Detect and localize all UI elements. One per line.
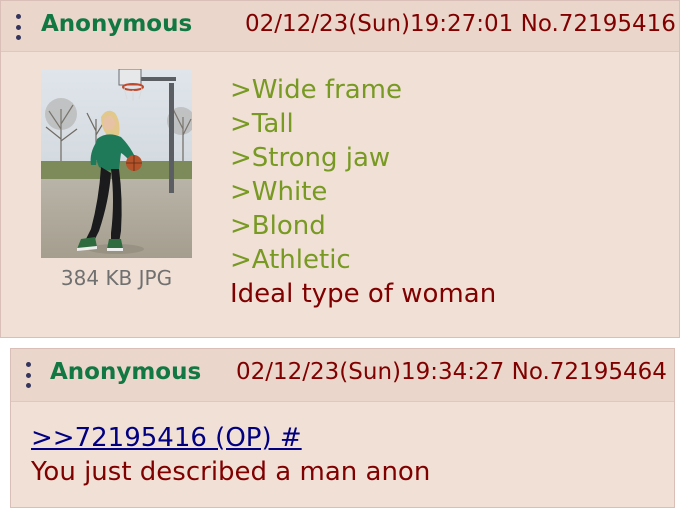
post-datetime: 02/12/23(Sun)19:34:27 [236,359,505,385]
post-header: Anonymous 02/12/23(Sun)19:27:01 No.72195… [1,1,679,52]
poster-name: Anonymous [50,359,202,385]
post-number[interactable]: No.72195416 [521,11,676,37]
greentext-line: >Wide frame [230,75,403,105]
message-line: You just described a man anon [31,457,431,487]
greentext-line: >Strong jaw [230,143,391,173]
image-thumbnail[interactable] [41,69,192,258]
post-datetime: 02/12/23(Sun)19:27:01 [245,11,514,37]
post-menu-icon[interactable] [15,14,21,40]
quote-link[interactable]: >>72195416 (OP) # [31,421,430,455]
message-line: Ideal type of woman [230,279,497,309]
greentext-line: >White [230,177,328,207]
post-header: Anonymous 02/12/23(Sun)19:34:27 No.72195… [11,349,674,402]
op-post: Anonymous 02/12/23(Sun)19:27:01 No.72195… [0,0,680,338]
post-datetime-number: 02/12/23(Sun)19:34:27 No.72195464 [236,359,667,385]
post-menu-icon[interactable] [25,362,31,388]
poster-name: Anonymous [41,11,193,37]
post-message: >Wide frame >Tall >Strong jaw >White >Bl… [230,73,496,311]
reply-post: Anonymous 02/12/23(Sun)19:34:27 No.72195… [10,348,675,508]
greentext-line: >Tall [230,109,294,139]
greentext-line: >Blond [230,211,326,241]
file-info: 384 KB JPG [60,266,173,290]
greentext-line: >Athletic [230,245,351,275]
post-datetime-number: 02/12/23(Sun)19:27:01 No.72195416 [245,11,676,37]
post-number[interactable]: No.72195464 [512,359,667,385]
post-message: >>72195416 (OP) # You just described a m… [31,421,430,489]
